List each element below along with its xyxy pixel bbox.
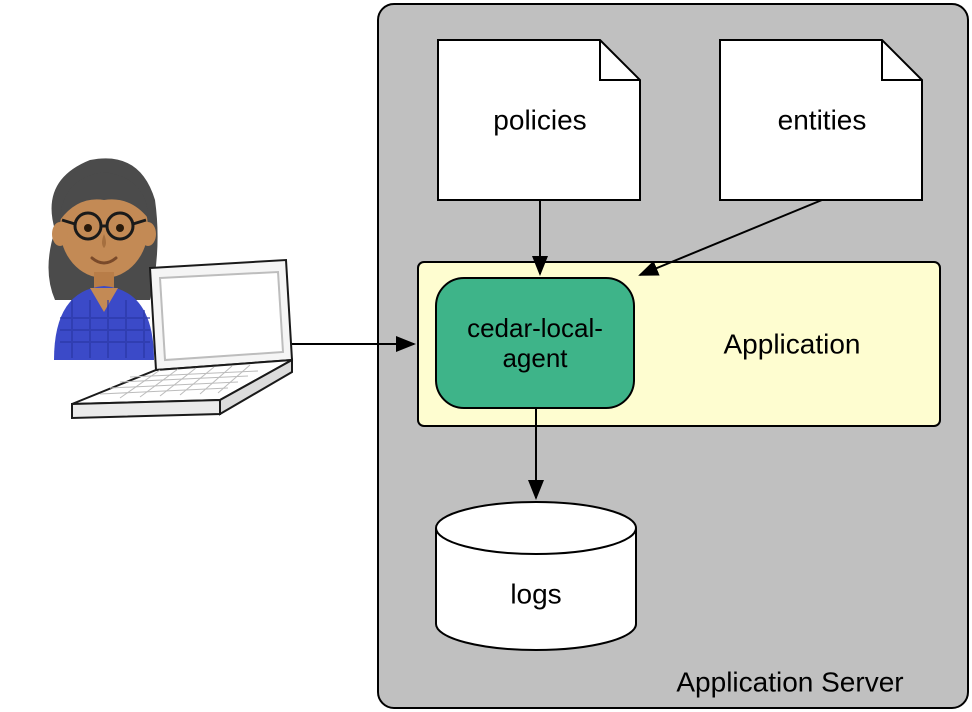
cedar-agent-label-line2: agent [502,343,568,373]
policies-document: policies [438,40,640,200]
logs-cylinder: logs [436,502,636,650]
application-label: Application [724,328,861,359]
policies-label: policies [493,104,586,135]
application-server-label: Application Server [676,666,903,697]
user-icon [49,158,158,360]
logs-label: logs [510,578,561,609]
entities-label: entities [778,104,867,135]
entities-document: entities [720,40,922,200]
cedar-agent-label-line1: cedar-local- [467,313,603,343]
